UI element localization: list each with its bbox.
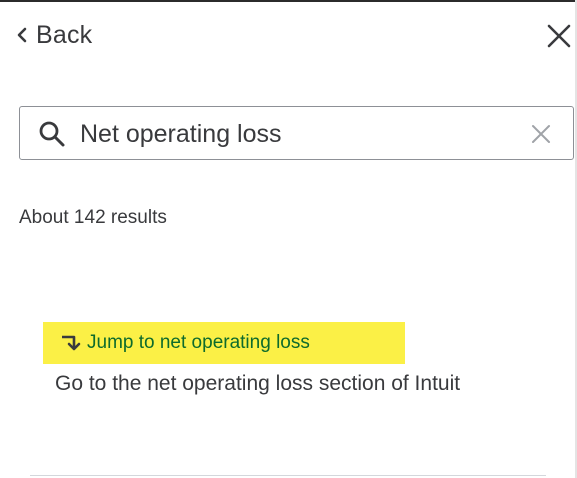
jump-to-link[interactable]: Jump to net operating loss (43, 322, 405, 364)
result-description: Go to the net operating loss section of … (55, 372, 461, 395)
top-border (0, 0, 577, 2)
chevron-left-icon (14, 27, 30, 43)
back-label: Back (36, 20, 93, 49)
search-box (19, 106, 574, 160)
search-input[interactable] (80, 115, 520, 153)
back-button[interactable]: Back (14, 18, 92, 52)
search-icon (38, 120, 66, 148)
jump-arrow-icon (59, 332, 81, 354)
close-button[interactable] (544, 21, 574, 51)
jump-link-label: Jump to net operating loss (87, 332, 310, 353)
results-count: About 142 results (19, 207, 167, 228)
close-icon (546, 23, 572, 49)
list-item: Jump to net operating loss Go to the net… (43, 322, 543, 397)
divider (30, 475, 546, 476)
clear-icon[interactable] (529, 122, 553, 146)
